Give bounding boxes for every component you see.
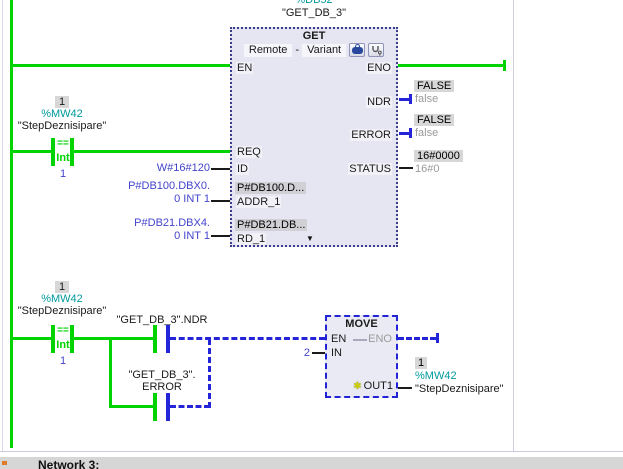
compare2-operand[interactable]: 1 %MW42 "StepDeznisipare" bbox=[0, 281, 124, 317]
get-mode-dash: - bbox=[295, 44, 299, 56]
move-block-title: MOVE bbox=[327, 318, 396, 331]
compare2-operand-address: %MW42 bbox=[41, 293, 83, 305]
compare2-datatype: Int bbox=[52, 339, 74, 351]
network-3-label: Network 3: bbox=[38, 458, 99, 469]
modify-value-icon[interactable]: ✱ bbox=[353, 381, 361, 392]
network-marker-icon bbox=[2, 461, 7, 465]
id-wire bbox=[211, 168, 230, 170]
move-out-row: ✱ OUT1 bbox=[353, 380, 393, 392]
rd1-wire bbox=[211, 235, 230, 237]
compare1-operator: == bbox=[52, 138, 74, 150]
move-in-wire bbox=[312, 352, 325, 354]
editor-left-border bbox=[2, 0, 3, 452]
rung-en-wire bbox=[13, 64, 230, 67]
move-eno-wire bbox=[398, 337, 436, 340]
editor-right-border bbox=[513, 0, 514, 452]
move-pin-in[interactable]: IN bbox=[330, 347, 343, 359]
get-pin-error[interactable]: ERROR bbox=[350, 129, 392, 141]
ndr-monitor-value: false bbox=[415, 93, 438, 105]
move-pin-en[interactable]: EN bbox=[330, 333, 347, 345]
move-eno-endcap bbox=[436, 333, 439, 343]
eno-wire bbox=[398, 64, 505, 67]
rung-req-wire-right bbox=[74, 150, 230, 153]
power-rail bbox=[10, 0, 13, 448]
get-pin-status[interactable]: STATUS bbox=[348, 163, 392, 175]
get-pin-eno[interactable]: ENO bbox=[366, 62, 392, 74]
branch-up-wire bbox=[208, 339, 211, 408]
move-out-operand-address[interactable]: %MW42 bbox=[415, 370, 457, 382]
addr1-operand-line1[interactable]: P#DB100.DBX0. bbox=[100, 180, 210, 192]
probe-icon bbox=[371, 45, 382, 56]
configuration-case-icon bbox=[352, 47, 363, 54]
compare1-compare-value[interactable]: 1 bbox=[52, 168, 74, 180]
addr1-operand-line2: 0 INT 1 bbox=[100, 193, 210, 205]
rd1-inline-monitor: P#DB21.DB... bbox=[235, 219, 307, 231]
get-pin-ndr[interactable]: NDR bbox=[366, 96, 392, 108]
compare1-operand-monitor-badge: 1 bbox=[55, 96, 69, 108]
compare1-operand[interactable]: 1 %MW42 "StepDeznisipare" bbox=[0, 96, 124, 132]
compare2-compare-value[interactable]: 1 bbox=[52, 355, 74, 367]
error-monitor-value: false bbox=[415, 127, 438, 139]
move-en-wire bbox=[170, 337, 325, 340]
status-monitor-badge[interactable]: 16#0000 bbox=[414, 150, 463, 162]
branch-bottom-wire bbox=[109, 405, 154, 408]
rd1-operand-line2: 0 INT 1 bbox=[100, 230, 210, 242]
get-pin-en[interactable]: EN bbox=[236, 62, 253, 74]
network-separator-line bbox=[0, 451, 623, 452]
network-3-header[interactable]: Network 3: bbox=[0, 457, 623, 469]
ladder-editor-canvas: %DB52 "GET_DB_3" 1 %MW42 "StepDeznisipar… bbox=[0, 0, 623, 469]
get-pin-addr1[interactable]: ADDR_1 bbox=[236, 196, 281, 208]
id-operand-value[interactable]: W#16#120 bbox=[120, 162, 210, 174]
rung-req-wire-left bbox=[13, 150, 51, 153]
error-contact-label-line2: ERROR bbox=[110, 381, 214, 393]
get-configure-button[interactable] bbox=[349, 43, 365, 57]
error-wire-endcap bbox=[409, 128, 412, 138]
instance-db-name[interactable]: "GET_DB_3" bbox=[252, 7, 376, 19]
move-in-value[interactable]: 2 bbox=[296, 347, 310, 359]
compare1-datatype: Int bbox=[52, 152, 74, 164]
rd1-operand-line1[interactable]: P#DB21.DBX4. bbox=[100, 217, 210, 229]
error-monitor-badge[interactable]: FALSE bbox=[414, 114, 454, 126]
ndr-monitor-badge[interactable]: FALSE bbox=[414, 80, 454, 92]
get-diagnostics-button[interactable] bbox=[368, 43, 384, 57]
compare2-operator: == bbox=[52, 325, 74, 337]
rung3-wire-left bbox=[13, 337, 51, 340]
status-monitor-value: 16#0 bbox=[415, 163, 439, 175]
ndr-contact-left-leg[interactable] bbox=[153, 325, 157, 353]
get-pin-rd1[interactable]: RD_1 bbox=[236, 233, 266, 245]
instance-db-address[interactable]: %DB52 bbox=[252, 0, 376, 6]
eno-wire-endcap bbox=[503, 60, 506, 71]
get-block-title: GET bbox=[232, 30, 396, 43]
move-en-eno-link bbox=[353, 339, 367, 341]
get-pin-req[interactable]: REQ bbox=[236, 146, 262, 158]
move-out-monitor-badge: 1 bbox=[415, 357, 427, 369]
rung3-wire-mid bbox=[74, 337, 154, 340]
error-contact-label-line1[interactable]: "GET_DB_3". bbox=[110, 369, 214, 381]
branch-bottom-return-wire bbox=[170, 405, 210, 408]
expand-block-icon[interactable]: ▼ bbox=[306, 234, 314, 243]
get-variant-dropdown[interactable]: Variant bbox=[302, 44, 346, 57]
move-pin-eno[interactable]: ENO bbox=[367, 333, 393, 345]
compare2-operand-monitor-badge: 1 bbox=[55, 281, 69, 293]
get-mode-dropdown[interactable]: Remote bbox=[244, 44, 293, 57]
move-pin-out1[interactable]: OUT1 bbox=[364, 380, 393, 392]
get-block[interactable]: GET Remote - Variant EN ENO NDR ERROR RE… bbox=[230, 27, 398, 247]
addr1-inline-monitor: P#DB100.D... bbox=[235, 182, 306, 194]
ndr-contact-label[interactable]: "GET_DB_3".NDR bbox=[110, 314, 214, 326]
addr1-wire bbox=[211, 200, 230, 202]
compare1-operand-address: %MW42 bbox=[41, 108, 83, 120]
ndr-wire-endcap bbox=[409, 94, 412, 104]
compare2-operand-name: "StepDeznisipare" bbox=[18, 305, 107, 317]
compare1-operand-name: "StepDeznisipare" bbox=[18, 120, 107, 132]
get-pin-id[interactable]: ID bbox=[236, 163, 249, 175]
move-out-operand-name[interactable]: "StepDeznisipare" bbox=[415, 383, 504, 395]
status-wire bbox=[399, 167, 413, 169]
move-out1-wire bbox=[398, 387, 412, 389]
error-contact-left-leg[interactable] bbox=[153, 393, 157, 421]
get-block-subheader: Remote - Variant bbox=[232, 43, 396, 57]
move-block[interactable]: MOVE EN ENO IN ✱ OUT1 bbox=[325, 315, 398, 398]
